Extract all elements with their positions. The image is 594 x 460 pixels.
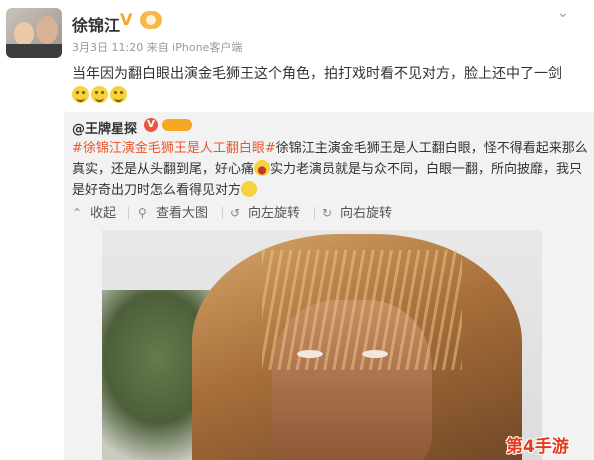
repost-author[interactable]: @王牌星探 (72, 118, 137, 137)
image-eye-right (362, 350, 388, 358)
repost-text: #徐锦江演金毛狮王是人工翻白眼#徐锦江主演金毛狮王是人工翻白眼，怪不得看起来那么… (72, 138, 588, 201)
collapse-label: 收起 (90, 206, 117, 221)
topic-link[interactable]: #徐锦江演金毛狮王是人工翻白眼# (72, 141, 276, 156)
post-meta: 3月3日 11:20 来自 iPhone客户端 (72, 41, 243, 54)
view-large-button[interactable]: ⚲ 查看大图 (138, 204, 208, 222)
laugh-cry-emoji-icon (91, 86, 108, 103)
zoom-icon: ⚲ (138, 206, 147, 220)
view-large-label: 查看大图 (156, 206, 209, 221)
emoji-row (72, 86, 129, 104)
site-watermark: 第4手游 (506, 437, 569, 457)
divider (314, 207, 315, 219)
avatar[interactable] (6, 8, 62, 58)
avatar-shirt (6, 44, 62, 58)
collapse-icon: ⌃ (72, 206, 83, 220)
smile-emoji-icon (241, 181, 258, 197)
user-name[interactable]: 徐锦江 (72, 12, 120, 36)
rotate-left-icon: ↺ (230, 206, 241, 220)
rotate-right-button[interactable]: ↻ 向右旋转 (322, 204, 392, 222)
avatar-face-child (14, 22, 34, 46)
chevron-down-icon[interactable]: ⌄ (557, 6, 571, 20)
weibo-post: 徐锦江 V 3月3日 11:20 来自 iPhone客户端 ⌄ 当年因为翻白眼出… (0, 0, 594, 460)
rotate-left-label: 向左旋转 (248, 206, 301, 221)
rotate-right-icon: ↻ (322, 206, 333, 220)
member-level-icon (140, 11, 162, 29)
member-level-icon (162, 119, 192, 131)
divider (128, 207, 129, 219)
laugh-cry-emoji-icon (110, 86, 127, 103)
laugh-cry-emoji-icon (72, 86, 89, 103)
post-image[interactable] (102, 230, 542, 460)
divider (222, 207, 223, 219)
heartbroken-emoji-icon (254, 160, 271, 176)
verified-badge-icon: V (144, 118, 158, 132)
rotate-left-button[interactable]: ↺ 向左旋转 (230, 204, 300, 222)
verified-v-icon: V (120, 10, 133, 29)
collapse-button[interactable]: ⌃ 收起 (72, 204, 116, 222)
avatar-face-adult (36, 16, 58, 44)
rotate-right-label: 向右旋转 (340, 206, 393, 221)
image-eye-left (297, 350, 323, 358)
repost-card: @王牌星探 V #徐锦江演金毛狮王是人工翻白眼#徐锦江主演金毛狮王是人工翻白眼，… (64, 112, 594, 460)
post-text: 当年因为翻白眼出演金毛狮王这个角色，拍打戏时看不见对方，脸上还中了一剑 (72, 66, 562, 82)
